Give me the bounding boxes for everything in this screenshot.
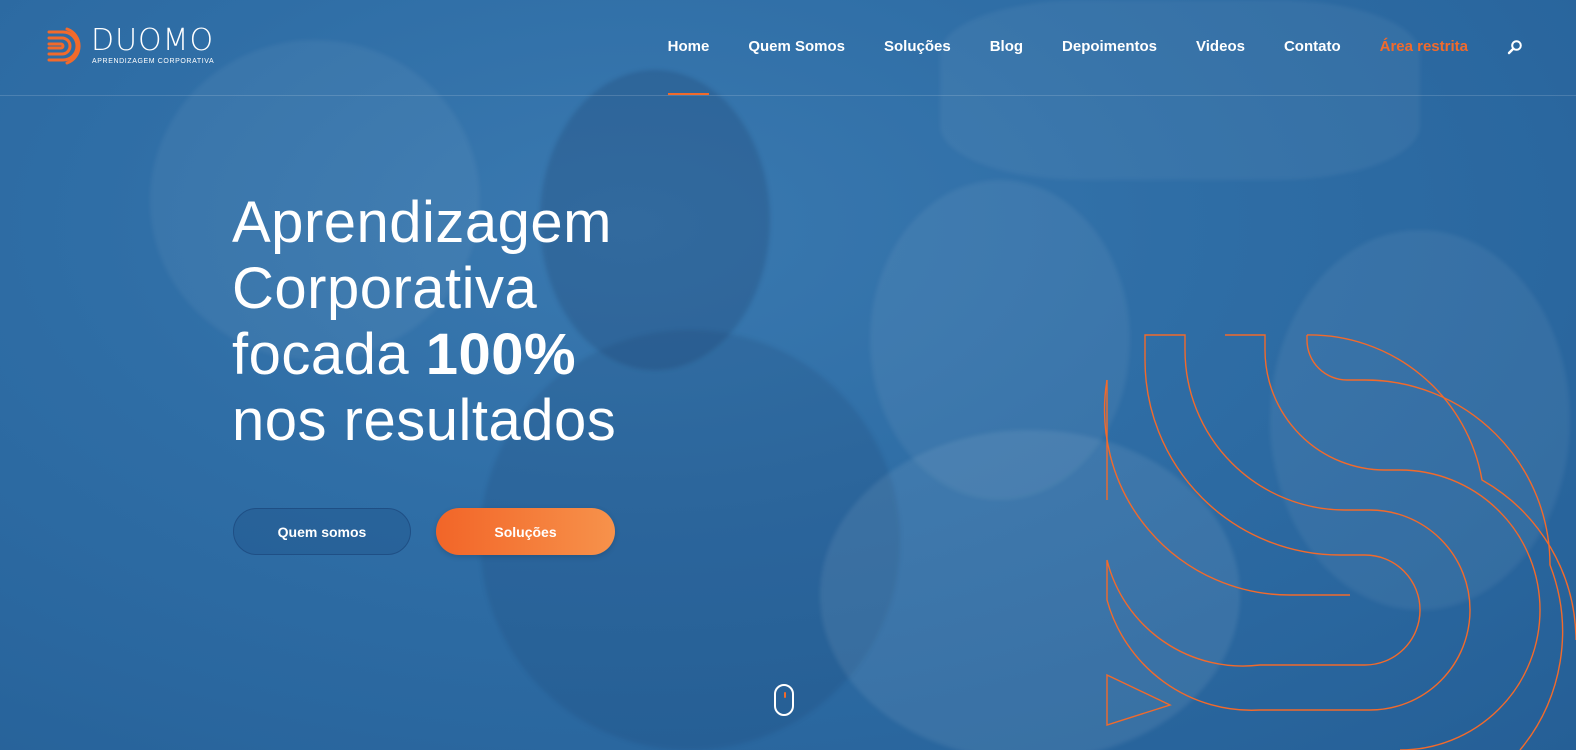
nav-item-blog[interactable]: Blog xyxy=(990,37,1023,57)
nav-item-home[interactable]: Home xyxy=(667,37,709,95)
hero-headline: Aprendizagem Corporativa focada 100% nos… xyxy=(232,190,616,454)
nav-item-depoimentos[interactable]: Depoimentos xyxy=(1062,37,1157,57)
nav-item-quem-somos[interactable]: Quem Somos xyxy=(748,37,845,57)
logo-name: DUOMO xyxy=(91,23,215,58)
mouse-scroll-icon[interactable] xyxy=(774,684,794,716)
scroll-wheel-dot xyxy=(784,692,786,698)
main-nav: Home Quem Somos Soluções Blog Depoimento… xyxy=(629,37,1468,95)
logo[interactable]: DUOMO APRENDIZAGEM CORPORATIVA xyxy=(45,24,220,70)
top-navbar: DUOMO APRENDIZAGEM CORPORATIVA Home Quem… xyxy=(0,0,1576,96)
duomo-outline-mark-icon xyxy=(1103,334,1576,750)
quem-somos-button[interactable]: Quem somos xyxy=(233,508,411,555)
nav-item-area-restrita[interactable]: Área restrita xyxy=(1380,37,1468,57)
headline-line-2: Corporativa xyxy=(232,256,538,321)
headline-line-3: focada 100% xyxy=(232,322,616,388)
logo-tagline: APRENDIZAGEM CORPORATIVA xyxy=(92,58,215,65)
headline-highlight: 100% xyxy=(425,322,577,387)
solucoes-button[interactable]: Soluções xyxy=(436,508,615,555)
nav-item-solucoes[interactable]: Soluções xyxy=(884,37,951,57)
nav-item-videos[interactable]: Videos xyxy=(1196,37,1245,57)
headline-line-1: Aprendizagem xyxy=(232,190,612,255)
search-icon[interactable] xyxy=(1507,39,1523,55)
duomo-logo-icon xyxy=(47,27,81,65)
nav-item-contato[interactable]: Contato xyxy=(1284,37,1341,57)
hero-section: DUOMO APRENDIZAGEM CORPORATIVA Home Quem… xyxy=(0,0,1576,750)
headline-prefix: focada xyxy=(232,322,426,387)
headline-line-4: nos resultados xyxy=(232,388,617,453)
